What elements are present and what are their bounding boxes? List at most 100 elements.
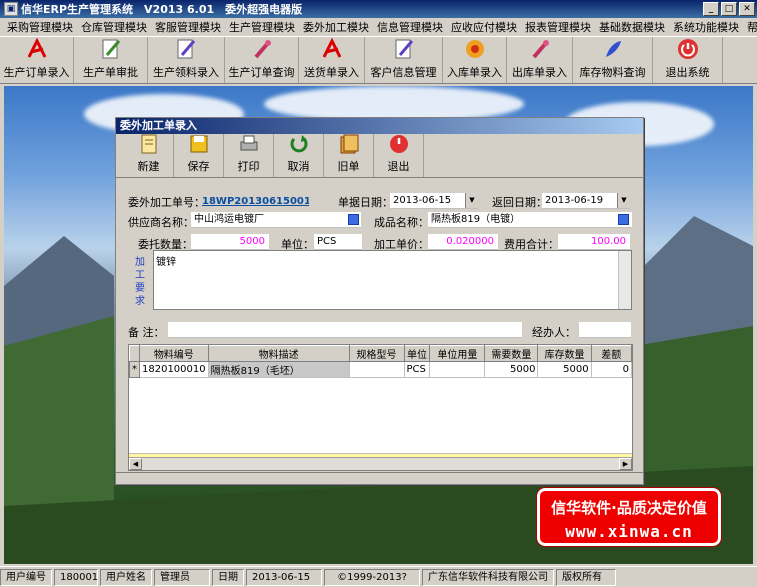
new-button[interactable]: 新建 — [124, 134, 174, 177]
delivery-entry-button[interactable]: 送货单录入 — [299, 37, 365, 83]
chevron-down-icon[interactable]: ▼ — [465, 193, 478, 208]
stock-in-entry-button[interactable]: 入库单录入 — [443, 37, 507, 83]
order-no-label: 委外加工单号： — [128, 196, 205, 209]
pencil-icon — [98, 37, 124, 61]
cell-spec[interactable] — [349, 361, 405, 378]
col-header[interactable]: 规格型号 — [348, 345, 405, 362]
col-header[interactable]: 物料描述 — [207, 345, 350, 362]
remark-field[interactable] — [168, 322, 522, 338]
menu-customer-service[interactable]: 客服管理模块 — [152, 19, 226, 35]
menu-outsourcing[interactable]: 委外加工模块 — [300, 19, 374, 35]
col-header[interactable]: 单位 — [403, 345, 431, 362]
save-label: 保存 — [187, 160, 210, 173]
toolbar-label: 生产领料录入 — [153, 66, 219, 79]
cancel-button[interactable]: 取消 — [274, 134, 324, 177]
company-name: 广东信华软件科技有限公司 — [422, 568, 554, 586]
product-label: 成品名称： — [374, 216, 429, 229]
new-label: 新建 — [137, 160, 160, 173]
handler-label: 经办人： — [532, 326, 576, 339]
outsourcing-order-dialog: 委外加工单录入 新建 保存 打印 取消 旧单 退出 委外加工单号： 18WP20… — [115, 117, 644, 485]
toolbar-label: 生产单审批 — [83, 66, 138, 79]
col-header[interactable]: 库存数量 — [537, 345, 592, 362]
chevron-down-icon[interactable]: ▼ — [617, 193, 630, 208]
memo-scrollbar[interactable] — [618, 251, 631, 309]
menu-information[interactable]: 信息管理模块 — [374, 19, 448, 35]
materials-grid: 物料编号 物料描述 规格型号 单位 单位用量 需要数量 库存数量 差额 * 18… — [128, 344, 633, 471]
cell-need[interactable]: 5000 — [484, 361, 539, 378]
scroll-right-icon[interactable]: ▶ — [619, 458, 632, 470]
pen-icon — [391, 37, 417, 61]
maximize-button[interactable]: □ — [721, 2, 737, 16]
production-approval-button[interactable]: 生产单审批 — [74, 37, 148, 83]
stock-out-entry-button[interactable]: 出库单录入 — [507, 37, 573, 83]
handler-field[interactable] — [579, 322, 631, 338]
supplier-field[interactable]: 中山鸿运电镀厂 — [191, 212, 361, 228]
remark-label: 备 注： — [128, 326, 165, 339]
doc-date-picker[interactable]: 2013-06-15 ▼ — [390, 193, 478, 209]
customer-info-button[interactable]: 客户信息管理 — [365, 37, 443, 83]
product-picker-icon[interactable] — [618, 214, 629, 225]
cell-code[interactable]: 1820100010 — [139, 361, 209, 378]
menu-warehouse[interactable]: 仓库管理模块 — [78, 19, 152, 35]
menu-help[interactable]: 帮助 — [744, 19, 757, 35]
row-indicator-header — [129, 345, 140, 362]
material-requisition-button[interactable]: 生产领料录入 — [148, 37, 225, 83]
total-field: 100.00 — [558, 234, 630, 250]
badge-slogan: 信华软件·品质决定价值 — [551, 499, 707, 517]
menu-receivables[interactable]: 应收应付模块 — [448, 19, 522, 35]
cell-desc[interactable]: 隔热板819（毛坯） — [208, 361, 350, 378]
cell-stock[interactable]: 5000 — [537, 361, 592, 378]
dialog-title: 委外加工单录入 — [116, 118, 643, 134]
toolbar-label: 退出系统 — [665, 66, 710, 79]
dialog-toolbar: 新建 保存 打印 取消 旧单 退出 — [116, 134, 643, 178]
col-header[interactable]: 需要数量 — [484, 345, 539, 362]
requirement-textarea[interactable]: 镀锌 — [153, 250, 632, 310]
inventory-query-button[interactable]: 库存物料查询 — [573, 37, 653, 83]
menu-reports[interactable]: 报表管理模块 — [522, 19, 596, 35]
product-field[interactable]: 隔热板819（电镀） — [428, 212, 632, 228]
menu-basic-data[interactable]: 基础数据模块 — [596, 19, 670, 35]
menu-system[interactable]: 系统功能模块 — [670, 19, 744, 35]
power-icon — [675, 37, 701, 61]
status-bar: 用户编号 180001 用户姓名 管理员 日期 2013-06-15 ©1999… — [0, 566, 757, 587]
save-button[interactable]: 保存 — [174, 134, 224, 177]
price-field[interactable]: 0.020000 — [428, 234, 498, 250]
exit-system-button[interactable]: 退出系统 — [653, 37, 723, 83]
badge-website: www.xinwa.cn — [565, 522, 693, 541]
grid-scrollbar[interactable]: ◀ ▶ — [129, 457, 632, 470]
print-button[interactable]: 打印 — [224, 134, 274, 177]
toolbar-label: 出库单录入 — [512, 66, 567, 79]
col-header[interactable]: 单位用量 — [429, 345, 486, 362]
scroll-left-icon[interactable]: ◀ — [129, 458, 142, 470]
production-order-entry-button[interactable]: 生产订单录入 — [0, 37, 74, 83]
menu-production[interactable]: 生产管理模块 — [226, 19, 300, 35]
minimize-button[interactable]: _ — [703, 2, 719, 16]
print-label: 打印 — [237, 160, 260, 173]
qty-field[interactable]: 5000 — [191, 234, 269, 250]
close-button[interactable]: ✕ — [739, 2, 755, 16]
unit-field[interactable]: PCS — [314, 234, 362, 250]
col-header[interactable]: 物料编号 — [139, 345, 209, 362]
col-header[interactable]: 差额 — [590, 345, 632, 362]
cell-usage[interactable] — [429, 361, 486, 378]
toolbar-label: 送货单录入 — [304, 66, 359, 79]
supplier-label: 供应商名称： — [128, 216, 194, 229]
row-indicator: * — [129, 361, 140, 378]
return-date-picker[interactable]: 2013-06-19 ▼ — [542, 193, 630, 209]
doc-date-label: 单据日期： — [338, 196, 393, 209]
old-order-button[interactable]: 旧单 — [324, 134, 374, 177]
production-order-query-button[interactable]: 生产订单查询 — [225, 37, 299, 83]
title-bar: ▣ 信华ERP生产管理系统 V2013 6.01 委外超强电器版 _ □ ✕ — [0, 0, 757, 18]
date-value: 2013-06-15 — [246, 568, 322, 586]
cell-diff[interactable]: 0 — [591, 361, 632, 378]
copyright: ©1999-2013? — [324, 568, 420, 586]
user-name-value: 管理员 — [154, 568, 210, 586]
supplier-picker-icon[interactable] — [348, 214, 359, 225]
cancel-label: 取消 — [287, 160, 310, 173]
new-doc-icon — [137, 133, 161, 155]
print-icon — [237, 133, 261, 155]
cell-unit[interactable]: PCS — [404, 361, 431, 378]
menu-purchase[interactable]: 采购管理模块 — [4, 19, 78, 35]
table-row[interactable]: * 1820100010 隔热板819（毛坯） PCS 5000 5000 0 — [129, 361, 632, 378]
exit-button[interactable]: 退出 — [374, 134, 424, 177]
